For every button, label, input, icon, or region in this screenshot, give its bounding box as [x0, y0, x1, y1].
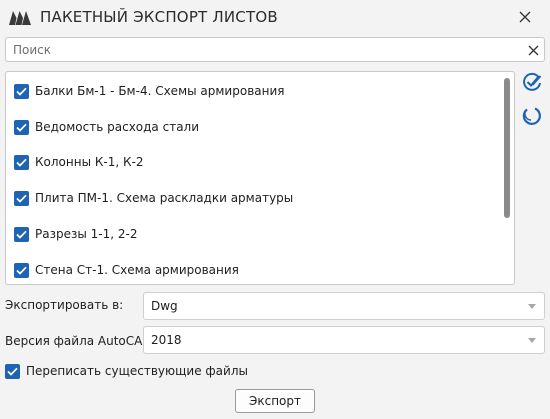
clear-icon [528, 45, 538, 55]
title-bar: ПАКЕТНЫЙ ЭКСПОРТ ЛИСТОВ [0, 0, 550, 34]
list-scrollbar[interactable] [504, 78, 510, 218]
autocad-version-label: Версия файла AutoCAD: [5, 334, 156, 348]
export-button[interactable]: Экспорт [235, 389, 315, 413]
checkmark-icon [16, 87, 27, 96]
autocad-version-select[interactable]: 2018 [143, 326, 545, 354]
checkmark-icon [7, 367, 18, 376]
overwrite-label: Переписать существующие файлы [26, 364, 248, 378]
list-item-label: Колонны К-1, К-2 [35, 155, 144, 169]
checkbox[interactable] [14, 119, 29, 135]
window-title: ПАКЕТНЫЙ ЭКСПОРТ ЛИСТОВ [40, 8, 278, 26]
search-input[interactable] [6, 38, 516, 61]
checkmark-icon [16, 230, 27, 239]
close-button[interactable] [514, 7, 536, 27]
sheets-list: Балки Бм-1 - Бм-4. Схемы армирования Вед… [5, 71, 515, 285]
select-all-button[interactable] [520, 70, 544, 94]
export-to-label: Экспортировать в: [5, 298, 124, 312]
checkbox[interactable] [14, 226, 29, 242]
checkbox[interactable] [14, 154, 29, 170]
list-item[interactable]: Балки Бм-1 - Бм-4. Схемы армирования [14, 81, 284, 101]
chevron-down-icon [528, 304, 536, 309]
list-item-label: Стена Ст-1. Схема армирования [35, 263, 239, 277]
checkbox[interactable] [14, 262, 29, 278]
close-icon [519, 11, 531, 23]
list-item-label: Ведомость расхода стали [35, 120, 200, 134]
checkmark-icon [16, 194, 27, 203]
list-item[interactable]: Стена Ст-1. Схема армирования [14, 260, 239, 280]
list-item-label: Разрезы 1-1, 2-2 [35, 227, 138, 241]
list-item[interactable]: Плита ПМ-1. Схема раскладки арматуры [14, 188, 293, 208]
overwrite-option[interactable]: Переписать существующие файлы [5, 362, 248, 380]
checkmark-icon [16, 123, 27, 132]
list-item-label: Балки Бм-1 - Бм-4. Схемы армирования [35, 84, 285, 98]
checkbox[interactable] [14, 190, 29, 206]
check-all-icon [523, 72, 542, 91]
autocad-version-value: 2018 [151, 333, 182, 347]
list-item-label: Плита ПМ-1. Схема раскладки арматуры [35, 191, 294, 205]
checkmark-icon [16, 266, 27, 275]
chevron-down-icon [528, 338, 536, 343]
checkmark-icon [16, 158, 27, 167]
logo-icon [9, 11, 31, 25]
search-box [5, 37, 545, 62]
list-item[interactable]: Разрезы 1-1, 2-2 [14, 224, 137, 244]
checkbox[interactable] [14, 83, 29, 99]
refresh-button[interactable] [520, 104, 544, 128]
export-format-value: Dwg [151, 299, 178, 313]
list-item[interactable]: Колонны К-1, К-2 [14, 152, 143, 172]
export-format-select[interactable]: Dwg [143, 292, 545, 320]
list-item[interactable]: Ведомость расхода стали [14, 117, 199, 137]
refresh-icon [522, 107, 541, 125]
overwrite-checkbox[interactable] [5, 363, 20, 379]
search-clear-button[interactable] [525, 42, 541, 58]
